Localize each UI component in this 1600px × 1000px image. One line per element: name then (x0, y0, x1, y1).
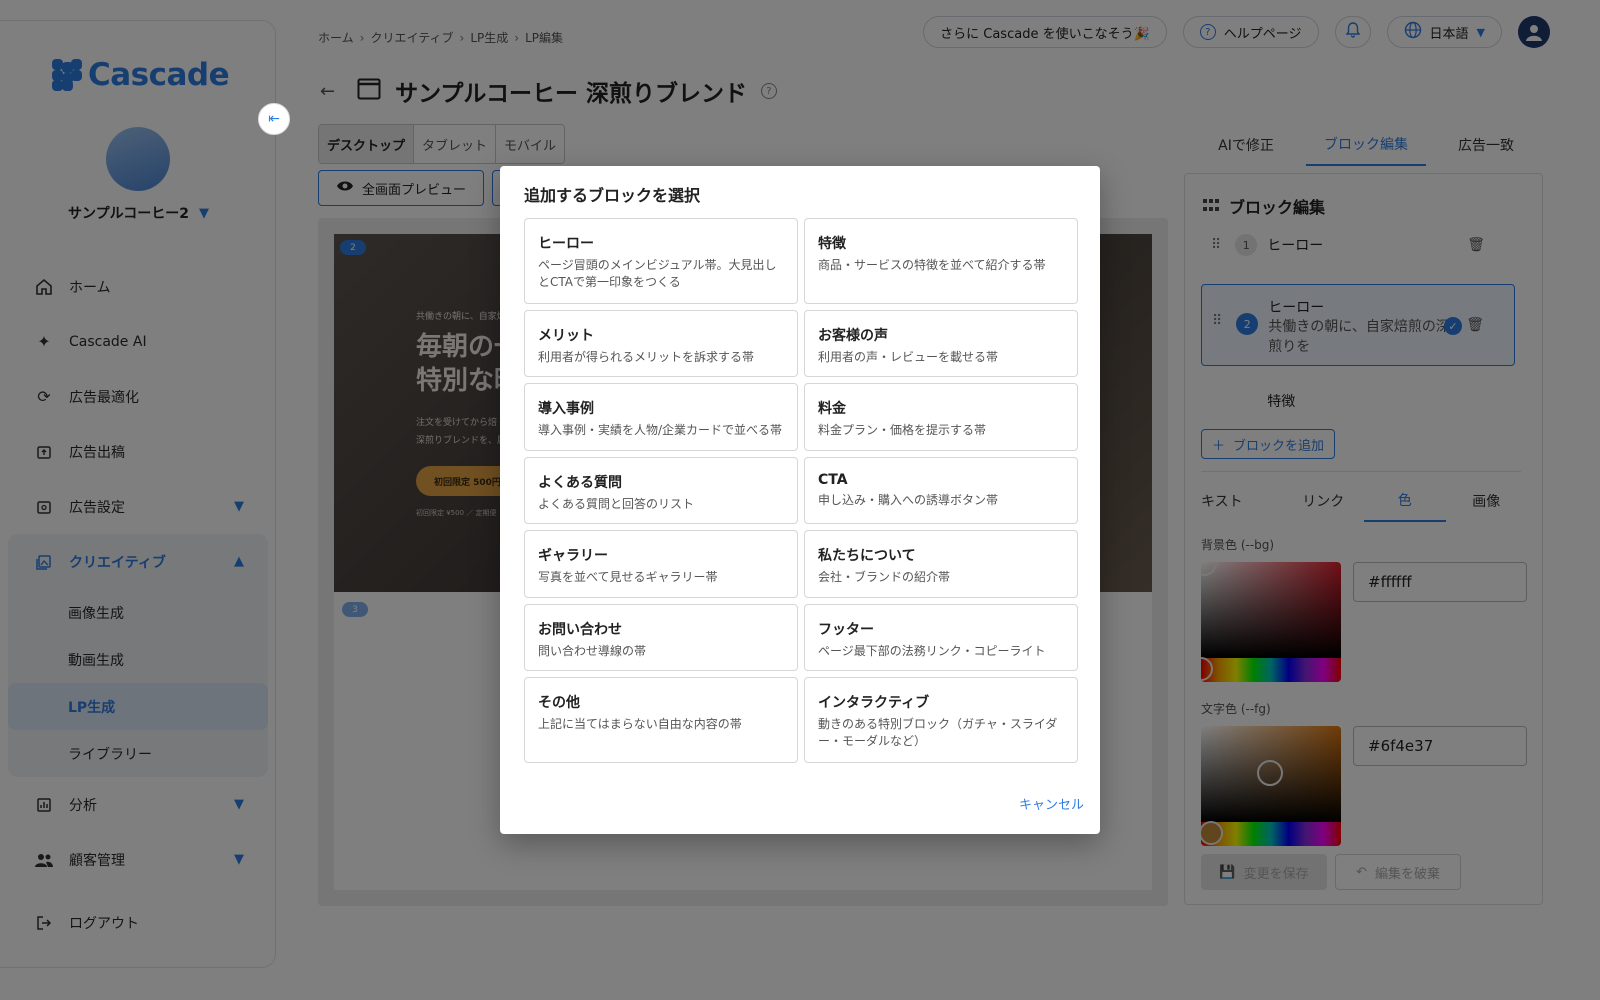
option-title: メリット (538, 328, 594, 344)
option-title: 特徴 (818, 236, 846, 252)
option-contact[interactable]: お問い合わせ 問い合わせ導線の帯 (524, 604, 798, 671)
option-other[interactable]: その他 上記に当てはまらない自由な内容の帯 (524, 677, 798, 763)
option-desc: よくある質問と回答のリスト (538, 497, 695, 511)
option-desc: 動きのある特別ブロック（ガチャ・スライダー・モーダルなど） (818, 717, 1058, 748)
option-title: ギャラリー (538, 548, 608, 564)
option-desc: 申し込み・購入への誘導ボタン帯 (818, 493, 999, 507)
option-desc: 問い合わせ導線の帯 (538, 644, 647, 658)
option-desc: 上記に当てはまらない自由な内容の帯 (538, 717, 742, 731)
option-title: インタラクティブ (818, 695, 930, 711)
option-desc: ページ冒頭のメインビジュアル帯。大見出しとCTAで第一印象をつくる (538, 258, 777, 289)
collapse-sidebar-icon[interactable]: ⇤ (258, 103, 290, 135)
option-title: ヒーロー (538, 236, 594, 252)
dialog-title: 追加するブロックを選択 (524, 186, 701, 205)
option-testimonials[interactable]: お客様の声 利用者の声・レビューを載せる帯 (804, 310, 1078, 377)
option-title: お問い合わせ (538, 622, 622, 638)
option-desc: 利用者の声・レビューを載せる帯 (818, 350, 999, 364)
option-case-studies[interactable]: 導入事例 導入事例・実績を人物/企業カードで並べる帯 (524, 383, 798, 451)
option-desc: 料金プラン・価格を提示する帯 (818, 423, 987, 437)
option-title: よくある質問 (538, 475, 622, 491)
option-desc: 会社・ブランドの紹介帯 (818, 570, 951, 584)
block-select-dialog: 追加するブロックを選択 ヒーロー ページ冒頭のメインビジュアル帯。大見出しとCT… (500, 166, 1100, 834)
block-option-grid: ヒーロー ページ冒頭のメインビジュアル帯。大見出しとCTAで第一印象をつくる 特… (524, 218, 1078, 763)
option-title: 料金 (818, 401, 846, 417)
option-hero[interactable]: ヒーロー ページ冒頭のメインビジュアル帯。大見出しとCTAで第一印象をつくる (524, 218, 798, 304)
option-desc: 利用者が得られるメリットを訴求する帯 (538, 350, 755, 364)
option-desc: 導入事例・実績を人物/企業カードで並べる帯 (538, 423, 783, 437)
option-title: フッター (818, 622, 874, 638)
option-title: お客様の声 (818, 328, 888, 344)
option-title: 導入事例 (538, 401, 594, 417)
option-footer[interactable]: フッター ページ最下部の法務リンク・コピーライト (804, 604, 1078, 671)
option-interactive[interactable]: インタラクティブ 動きのある特別ブロック（ガチャ・スライダー・モーダルなど） (804, 677, 1078, 763)
cancel-button[interactable]: キャンセル (1019, 794, 1084, 813)
option-pricing[interactable]: 料金 料金プラン・価格を提示する帯 (804, 383, 1078, 451)
option-features[interactable]: 特徴 商品・サービスの特徴を並べて紹介する帯 (804, 218, 1078, 304)
option-benefits[interactable]: メリット 利用者が得られるメリットを訴求する帯 (524, 310, 798, 377)
option-faq[interactable]: よくある質問 よくある質問と回答のリスト (524, 457, 798, 524)
option-desc: ページ最下部の法務リンク・コピーライト (818, 644, 1046, 658)
option-about-us[interactable]: 私たちについて 会社・ブランドの紹介帯 (804, 530, 1078, 598)
option-desc: 写真を並べて見せるギャラリー帯 (538, 570, 718, 584)
option-gallery[interactable]: ギャラリー 写真を並べて見せるギャラリー帯 (524, 530, 798, 598)
option-title: その他 (538, 695, 580, 711)
option-title: CTA (818, 472, 848, 488)
option-desc: 商品・サービスの特徴を並べて紹介する帯 (818, 258, 1046, 272)
option-cta[interactable]: CTA 申し込み・購入への誘導ボタン帯 (804, 457, 1078, 524)
option-title: 私たちについて (818, 548, 916, 564)
